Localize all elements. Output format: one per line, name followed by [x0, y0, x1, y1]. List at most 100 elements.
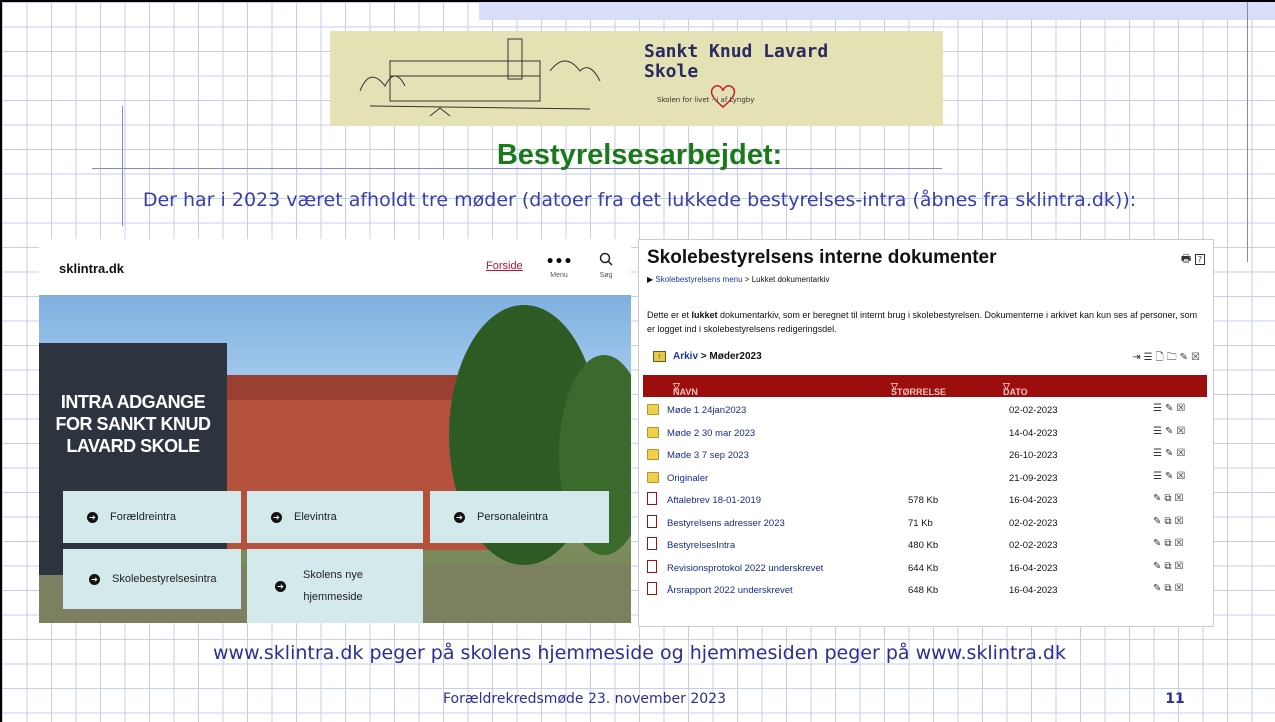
folder-icon	[647, 471, 659, 483]
help-icon[interactable]: ?	[1194, 254, 1205, 265]
row-name[interactable]: Møde 2 30 mar 2023	[667, 428, 755, 439]
tile-skolens-nye-hjemmeside[interactable]: ➔ Skolens nye hjemmeside	[247, 549, 423, 623]
edit-icon[interactable]: ✎	[1180, 352, 1191, 363]
folder-row[interactable]: Møde 1 24jan2023 02-02-2023 ☰✎☒	[643, 400, 1207, 423]
row-date: 21-09-2023	[1009, 472, 1058, 484]
tile-personaleintra[interactable]: ➔ Personaleintra	[430, 491, 609, 543]
row-name[interactable]: Revisionsprotokol 2022 underskrevet	[667, 563, 823, 574]
upload-icon[interactable]: ⇥	[1132, 352, 1143, 363]
file-list: Møde 1 24jan2023 02-02-2023 ☰✎☒ Møde 2 30 m…	[643, 400, 1207, 603]
search-button[interactable]: Søg	[592, 251, 620, 279]
file-row[interactable]: Revisionsprotokol 2022 underskrevet 644 K…	[643, 558, 1207, 581]
file-row[interactable]: BestyrelsesIntra 480 Kb 02-02-2023 ✎⧉☒	[643, 535, 1207, 558]
folder-row[interactable]: Originaler 21-09-2023 ☰✎☒	[643, 468, 1207, 491]
row-size: 480 Kb	[908, 540, 939, 551]
pdf-icon	[647, 514, 657, 528]
copy-icon[interactable]: ⧉	[1164, 538, 1174, 549]
row-name[interactable]: Møde 1 24jan2023	[667, 405, 746, 416]
delete-icon[interactable]: ☒	[1175, 493, 1187, 504]
list-icon[interactable]: ☰	[1153, 448, 1165, 459]
folder-toolbar: ⇥☰🗋🗀✎☒	[1132, 350, 1203, 367]
delete-icon[interactable]: ☒	[1175, 516, 1187, 527]
path-current: Møder2023	[709, 351, 762, 362]
row-date: 16-04-2023	[1009, 495, 1058, 506]
row-size: 648 Kb	[908, 585, 939, 596]
delete-icon[interactable]: ☒	[1175, 583, 1187, 594]
col-name[interactable]: NAVN ▽	[673, 381, 698, 397]
tile-elevintra[interactable]: ➔ Elevintra	[247, 491, 423, 543]
edit-icon[interactable]: ✎	[1165, 403, 1176, 414]
path-arkiv-link[interactable]: Arkiv	[673, 351, 698, 362]
row-name[interactable]: BestyrelsesIntra	[667, 540, 735, 551]
list-icon[interactable]: ☰	[1144, 352, 1156, 363]
row-size: 578 Kb	[908, 495, 939, 506]
table-header: NAVN ▽ STØRRELSE ▽ DATO ▽	[643, 375, 1207, 397]
file-row[interactable]: Årsrapport 2022 underskrevet 648 Kb 16-04-…	[643, 580, 1207, 603]
delete-icon[interactable]: ☒	[1176, 448, 1188, 459]
menu-button[interactable]: ••• Menu	[542, 251, 576, 279]
pdf-icon	[647, 537, 657, 550]
delete-icon[interactable]: ☒	[1175, 538, 1187, 549]
delete-icon[interactable]: ☒	[1176, 426, 1188, 437]
list-icon[interactable]: ☰	[1153, 426, 1165, 437]
site-header: sklintra.dk Forside ••• Menu Søg	[39, 239, 631, 295]
copy-icon[interactable]: ⧉	[1164, 583, 1174, 594]
edit-icon[interactable]: ✎	[1153, 493, 1164, 504]
folder-row[interactable]: Møde 2 30 mar 2023 14-04-2023 ☰✎☒	[643, 423, 1207, 446]
edit-icon[interactable]: ✎	[1165, 426, 1176, 437]
delete-icon[interactable]: ☒	[1175, 561, 1187, 572]
copy-icon[interactable]: ⧉	[1164, 561, 1174, 572]
row-name[interactable]: Årsrapport 2022 underskrevet	[667, 585, 793, 596]
delete-icon[interactable]: ☒	[1191, 352, 1203, 363]
delete-icon[interactable]: ☒	[1176, 471, 1188, 482]
edit-icon[interactable]: ✎	[1153, 561, 1164, 572]
list-icon[interactable]: ☰	[1153, 471, 1165, 482]
archive-intro: Dette er et lukket dokumentarkiv, som er…	[647, 310, 1198, 334]
edit-icon[interactable]: ✎	[1153, 516, 1164, 527]
tile-skolebestyrelsesintra[interactable]: ➔ Skolebestyrelsesintra	[63, 549, 241, 609]
site-brand[interactable]: sklintra.dk	[59, 261, 124, 276]
edit-icon[interactable]: ✎	[1165, 471, 1176, 482]
new-folder-icon[interactable]: 🗀	[1167, 352, 1180, 363]
decorative-line	[1247, 2, 1248, 262]
pdf-icon	[647, 582, 657, 595]
folder-icon	[647, 449, 659, 460]
folder-up-icon[interactable]: ↑	[653, 351, 666, 362]
nav-forside-link[interactable]: Forside	[486, 260, 523, 272]
file-row[interactable]: Aftalebrev 18-01-2019 578 Kb 16-04-2023 ✎⧉☒	[643, 490, 1207, 513]
breadcrumb-current: Lukket dokumentarkiv	[751, 275, 830, 284]
hero-image: INTRA ADGANGE FOR SANKT KNUD LAVARD SKOL…	[39, 295, 631, 623]
archive-screenshot: Skolebestyrelsens interne dokumenter 🖶 ?…	[638, 239, 1214, 627]
edit-icon[interactable]: ✎	[1165, 448, 1176, 459]
new-file-icon[interactable]: 🗋	[1156, 352, 1167, 363]
delete-icon[interactable]: ☒	[1176, 403, 1188, 414]
tile-foraeldreintra[interactable]: ➔ Forældreintra	[63, 491, 241, 543]
arrow-right-icon: ➔	[454, 511, 465, 523]
edit-icon[interactable]: ✎	[1153, 538, 1164, 549]
folder-icon	[647, 404, 659, 415]
row-name[interactable]: Originaler	[667, 473, 708, 484]
row-name[interactable]: Møde 3 7 sep 2023	[667, 450, 749, 461]
arrow-right-icon: ➔	[87, 511, 98, 523]
col-date[interactable]: DATO ▽	[1003, 381, 1028, 397]
edit-icon[interactable]: ✎	[1153, 583, 1164, 594]
copy-icon[interactable]: ⧉	[1164, 516, 1174, 527]
copy-icon[interactable]: ⧉	[1164, 493, 1174, 504]
sklintra-screenshot: sklintra.dk Forside ••• Menu Søg INTRA A…	[39, 239, 631, 623]
row-name[interactable]: Bestyrelsens adresser 2023	[667, 518, 785, 529]
row-date: 26-10-2023	[1009, 450, 1058, 461]
slide: Sankt Knud Lavard Skole Skolen for livet…	[0, 0, 1275, 722]
file-row[interactable]: Bestyrelsens adresser 2023 71 Kb 02-02-202…	[643, 513, 1207, 536]
row-actions: ✎⧉☒	[1153, 583, 1187, 594]
folder-row[interactable]: Møde 3 7 sep 2023 26-10-2023 ☰✎☒	[643, 445, 1207, 468]
search-label: Søg	[599, 272, 613, 279]
breadcrumb-menu-link[interactable]: Skolebestyrelsens menu	[655, 275, 742, 284]
row-date: 02-02-2023	[1009, 517, 1058, 529]
print-icon[interactable]: 🖶	[1181, 252, 1191, 265]
list-icon[interactable]: ☰	[1153, 403, 1165, 414]
col-size[interactable]: STØRRELSE ▽	[891, 381, 946, 397]
row-actions: ✎⧉☒	[1153, 516, 1187, 527]
more-dots-icon: •••	[545, 254, 573, 270]
row-actions: ☰✎☒	[1153, 426, 1188, 437]
row-name[interactable]: Aftalebrev 18-01-2019	[667, 495, 761, 506]
